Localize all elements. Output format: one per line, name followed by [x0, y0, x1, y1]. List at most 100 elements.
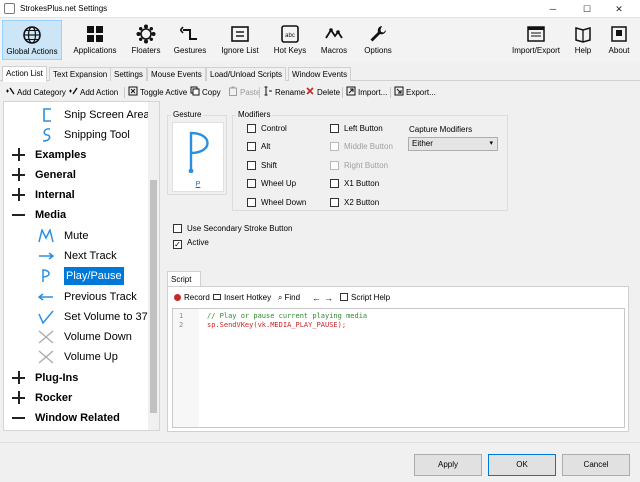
checkbox-box[interactable] [247, 142, 256, 151]
import-button[interactable]: Import... [346, 86, 387, 98]
wheel-down-checkbox[interactable]: Wheel Down [247, 198, 306, 208]
add-category-button[interactable]: Add Category [5, 86, 66, 98]
minimize-button[interactable]: ─ [540, 0, 566, 18]
checkbox-box[interactable] [330, 142, 339, 151]
checkbox-box[interactable] [330, 198, 339, 207]
checkbox-box[interactable] [330, 161, 339, 170]
checkbox-box[interactable] [247, 124, 256, 133]
script-editor[interactable]: 1 2 // Play or pause current playing med… [172, 308, 625, 428]
record-button[interactable]: Record [174, 293, 210, 303]
expand-icon[interactable] [12, 148, 26, 162]
tree-item-snip-screen-area[interactable]: Snip Screen Area [4, 106, 154, 124]
tab-mouse-events[interactable]: Mouse Events [147, 67, 206, 81]
shift-checkbox[interactable]: Shift [247, 161, 277, 171]
insert-hotkey-button[interactable]: Insert Hotkey [213, 293, 271, 303]
toolbar-gestures[interactable]: Gestures [170, 20, 210, 60]
tree-category-rocker[interactable]: Rocker [4, 389, 154, 407]
tree-item-next-track[interactable]: Next Track [4, 247, 154, 265]
control-checkbox[interactable]: Control [247, 124, 287, 134]
forward-button[interactable]: → [324, 293, 333, 303]
tab-window-events[interactable]: Window Events [288, 67, 352, 81]
active-checkbox[interactable]: ✓ Active [173, 238, 209, 249]
checkbox-box[interactable] [330, 124, 339, 133]
maximize-button[interactable]: ☐ [574, 0, 600, 18]
tree-item-label: Volume Down [64, 331, 132, 343]
script-help-button[interactable]: Script Help [340, 293, 390, 303]
close-button[interactable]: ✕ [606, 0, 632, 18]
secondary-stroke-checkbox[interactable]: Use Secondary Stroke Button [173, 224, 292, 234]
apply-button[interactable]: Apply [414, 454, 482, 476]
tree-item-previous-track[interactable]: Previous Track [4, 288, 154, 306]
middle-button-checkbox[interactable]: Middle Button [330, 142, 393, 152]
tree-item-play-pause[interactable]: Play/Pause [4, 267, 154, 285]
find-button[interactable]: ⌕ Find [278, 293, 300, 303]
tree-item-label: Previous Track [64, 291, 137, 303]
tree-category-examples[interactable]: Examples [4, 146, 154, 164]
tree-category-internal[interactable]: Internal [4, 186, 154, 204]
x2-button-checkbox[interactable]: X2 Button [330, 198, 379, 208]
gesture-name[interactable]: P [173, 181, 223, 188]
expand-icon[interactable] [12, 391, 26, 405]
toolbar-floaters[interactable]: Floaters [128, 20, 164, 60]
capture-modifiers-select[interactable]: Either ▾ [408, 137, 498, 151]
checkbox-box[interactable]: ✓ [173, 240, 182, 249]
tree-item-label: Media [35, 209, 67, 221]
action-tree[interactable]: Snip Screen Area Snipping Tool Examples … [3, 101, 160, 431]
x1-button-checkbox[interactable]: X1 Button [330, 179, 379, 189]
toolbar-about[interactable]: About [602, 20, 636, 60]
rename-button[interactable]: Rename [263, 86, 305, 98]
script-help-label: Script Help [351, 293, 391, 302]
tree-category-window-related[interactable]: Window Related [4, 409, 154, 427]
tab-script[interactable]: Script [167, 271, 201, 287]
copy-button[interactable]: Copy [190, 86, 221, 98]
toolbar-applications[interactable]: Applications [66, 20, 124, 60]
expand-icon[interactable] [12, 188, 26, 202]
tree-item-mute[interactable]: Mute [4, 227, 154, 245]
checkbox-box[interactable] [247, 179, 256, 188]
back-button[interactable]: ← [312, 293, 321, 303]
window-title: StrokesPlus.net Settings [20, 4, 108, 13]
checkbox-box[interactable] [173, 224, 182, 233]
collapse-icon[interactable] [12, 208, 26, 222]
alt-checkbox[interactable]: Alt [247, 142, 270, 152]
tree-item-volume-up[interactable]: Volume Up [4, 348, 154, 366]
tree-item-volume-down[interactable]: Volume Down [4, 328, 154, 346]
wheel-up-checkbox[interactable]: Wheel Up [247, 179, 296, 189]
tree-category-plug-ins[interactable]: Plug-Ins [4, 369, 154, 387]
right-button-checkbox[interactable]: Right Button [330, 161, 388, 171]
tree-item-snipping-tool[interactable]: Snipping Tool [4, 126, 154, 144]
export-button[interactable]: Export... [394, 86, 436, 98]
toolbar-help[interactable]: Help [570, 20, 596, 60]
tree-category-general[interactable]: General [4, 166, 154, 184]
toolbar-macros[interactable]: Macros [316, 20, 352, 60]
ok-button[interactable]: OK [488, 454, 556, 476]
tab-text-expansion[interactable]: Text Expansion [49, 67, 112, 81]
checkbox-box[interactable] [247, 161, 256, 170]
control-label: Control [261, 124, 287, 133]
delete-button[interactable]: Delete [305, 86, 340, 98]
toolbar-global-actions[interactable]: Global Actions [2, 20, 62, 60]
toolbar-hot-keys[interactable]: abc Hot Keys [270, 20, 310, 60]
collapse-icon[interactable] [12, 411, 26, 425]
toolbar-options[interactable]: Options [358, 20, 398, 60]
scrollbar-thumb[interactable] [150, 180, 157, 413]
expand-icon[interactable] [12, 371, 26, 385]
tree-scrollbar[interactable] [148, 102, 159, 430]
left-button-checkbox[interactable]: Left Button [330, 124, 383, 134]
tab-settings[interactable]: Settings [110, 67, 147, 81]
checkbox-box[interactable] [247, 198, 256, 207]
tab-action-list[interactable]: Action List [2, 66, 47, 82]
toggle-active-button[interactable]: Toggle Active [128, 86, 187, 98]
gesture-preview[interactable]: P [172, 122, 224, 192]
cancel-button[interactable]: Cancel [562, 454, 630, 476]
tree-category-media[interactable]: Media [4, 206, 154, 224]
expand-icon[interactable] [12, 168, 26, 182]
toolbar-import-export[interactable]: Import/Export [506, 20, 566, 60]
line-number: 1 [179, 312, 184, 320]
tree-item-set-volume[interactable]: Set Volume to 37 [4, 308, 154, 326]
add-action-button[interactable]: Add Action [68, 86, 118, 98]
toolbar-ignore-list[interactable]: Ignore List [216, 20, 264, 60]
checkbox-box[interactable] [330, 179, 339, 188]
tab-load-unload-scripts[interactable]: Load/Unload Scripts [206, 67, 287, 81]
paste-button[interactable]: Paste [228, 86, 260, 98]
